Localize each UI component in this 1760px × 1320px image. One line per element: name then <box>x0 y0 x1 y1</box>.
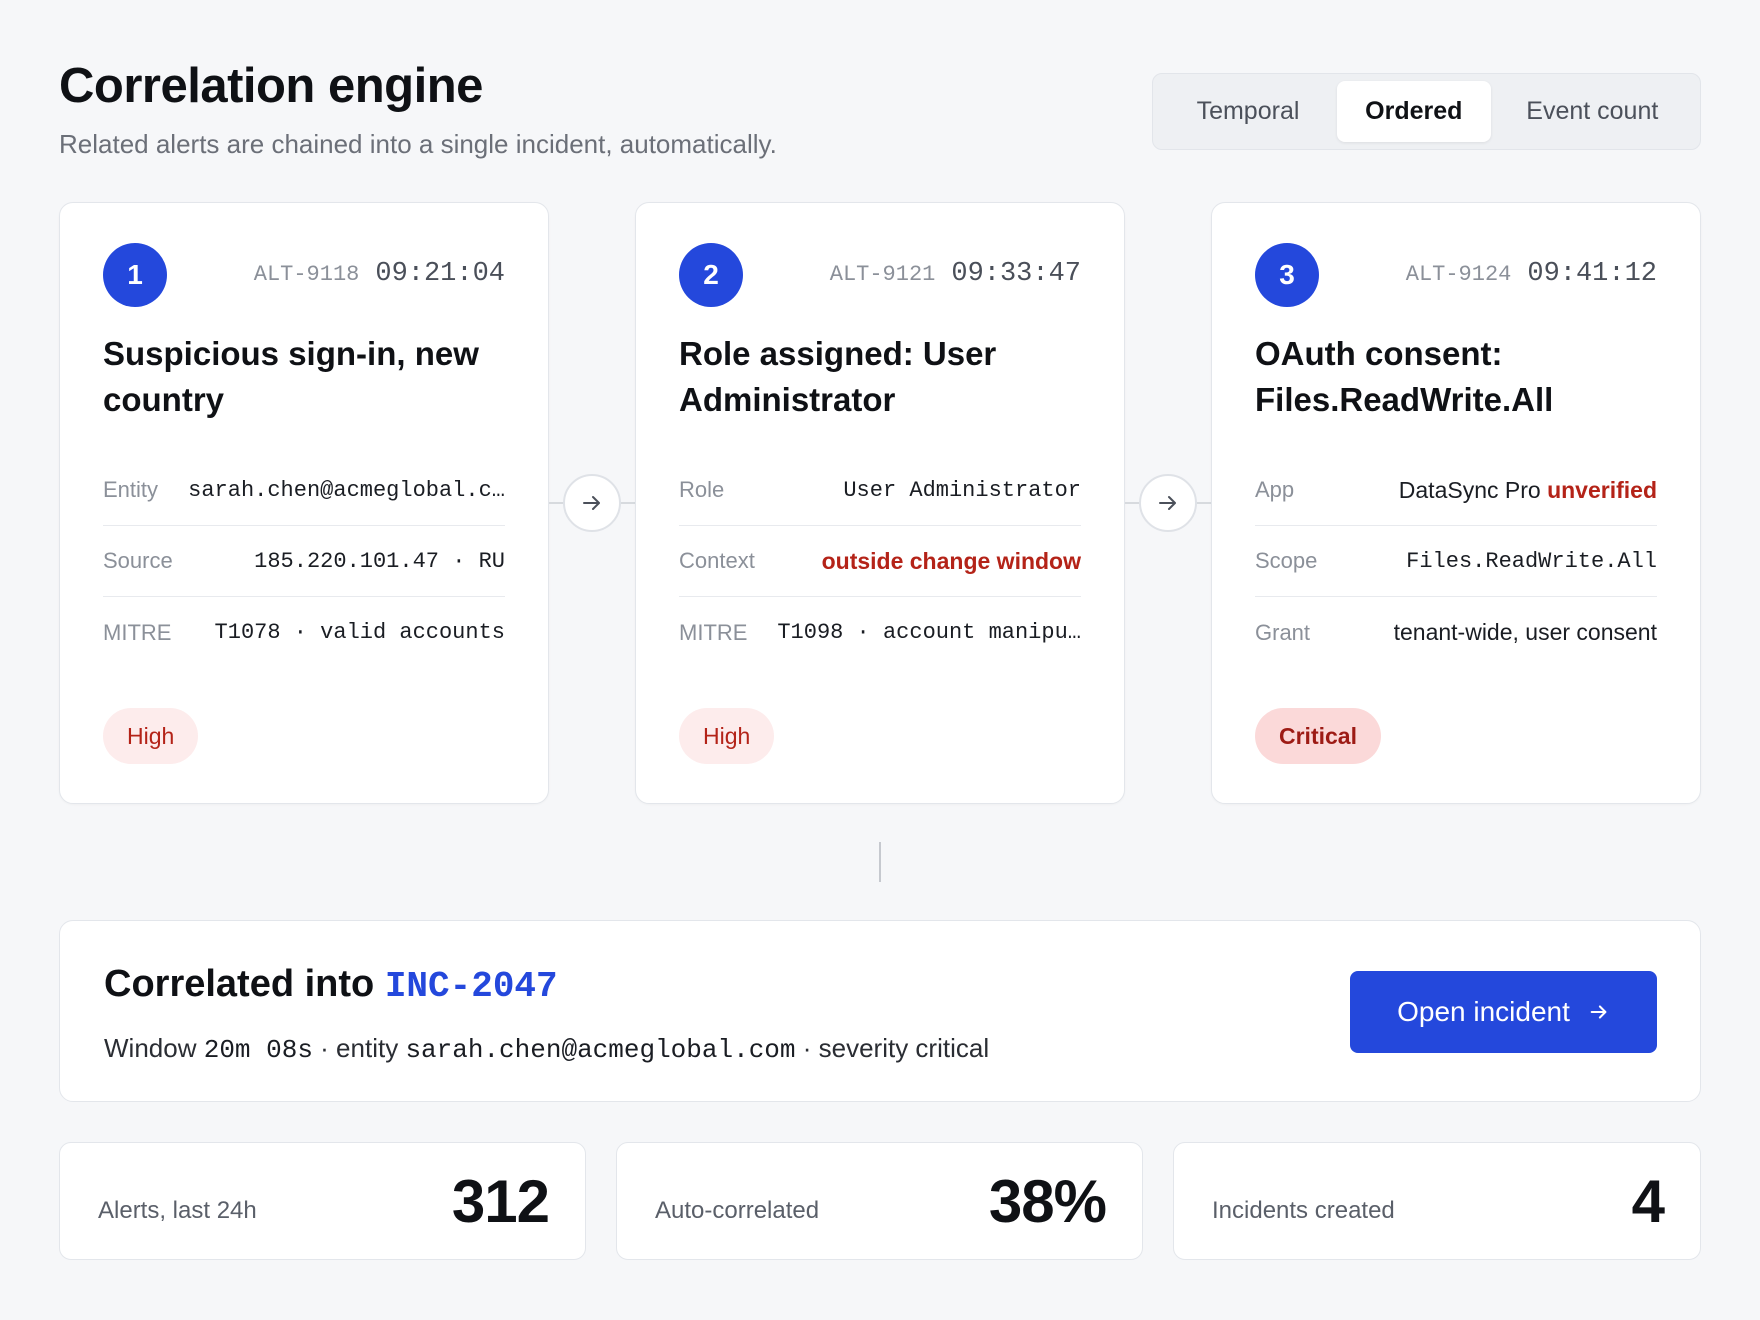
detail-row-entity: Entity sarah.chen@acmeglobal.c… <box>103 455 505 526</box>
stat-value: 38% <box>988 1168 1107 1235</box>
detail-key: App <box>1255 477 1295 502</box>
mode-event-count-tab[interactable]: Event count <box>1491 81 1694 142</box>
alert-details: Role User Administrator Context outside … <box>679 455 1081 668</box>
detail-key: Grant <box>1255 619 1311 645</box>
detail-key: Entity <box>103 477 159 502</box>
open-incident-button[interactable]: Open incident <box>1350 971 1657 1053</box>
alert-title: OAuth consent: Files.ReadWrite.All <box>1255 335 1554 418</box>
detail-value-warning: outside change window <box>821 547 1081 574</box>
alert-id: ALT-9124 <box>1405 262 1512 287</box>
stat-incidents-created: Incidents created 4 <box>1173 1142 1701 1260</box>
app-name: DataSync Pro <box>1398 476 1541 503</box>
step-number-badge: 3 <box>1255 243 1319 307</box>
page-subtitle: Related alerts are chained into a single… <box>59 129 777 159</box>
detail-row-role: Role User Administrator <box>679 455 1081 526</box>
stat-alerts-24h: Alerts, last 24h 312 <box>59 1142 586 1260</box>
incident-id-link[interactable]: INC-2047 <box>385 966 558 1007</box>
incident-prefix: Correlated into <box>104 963 375 1005</box>
detail-row-scope: Scope Files.ReadWrite.All <box>1255 526 1657 597</box>
detail-row-app: App DataSync Pro unverified <box>1255 455 1657 526</box>
stat-label: Auto-correlated <box>655 1197 820 1224</box>
detail-value: User Administrator <box>843 477 1081 503</box>
incident-heading: Correlated into INC-2047 <box>104 963 558 1007</box>
detail-value: tenant-wide, user consent <box>1393 619 1657 645</box>
detail-key: MITRE <box>679 619 748 645</box>
detail-key: Source <box>103 548 173 573</box>
detail-row-source: Source 185.220.101.47 · RU <box>103 526 505 597</box>
alert-title: Role assigned: User Administrator <box>679 335 997 418</box>
mode-temporal-tab[interactable]: Temporal <box>1159 81 1337 142</box>
alert-card-2[interactable]: 2 ALT-9121 09:33:47 Role assigned: User … <box>635 202 1125 804</box>
alert-meta: ALT-9121 09:33:47 <box>830 259 1081 289</box>
entity-label: · entity <box>320 1033 399 1063</box>
mode-ordered-tab[interactable]: Ordered <box>1337 81 1491 142</box>
alert-id: ALT-9118 <box>253 262 360 287</box>
incident-summary-card: Correlated into INC-2047 Window 20m 08s … <box>59 920 1701 1102</box>
detail-value: 185.220.101.47 · RU <box>254 548 505 574</box>
step-number-badge: 2 <box>679 243 743 307</box>
step-number-badge: 1 <box>103 243 167 307</box>
alert-id: ALT-9121 <box>829 262 936 287</box>
alert-meta: ALT-9118 09:21:04 <box>254 259 505 289</box>
detail-key: MITRE <box>103 619 172 645</box>
stat-label: Incidents created <box>1212 1197 1395 1224</box>
window-label: Window <box>104 1033 197 1063</box>
detail-value: DataSync Pro unverified <box>1399 477 1657 504</box>
page-title: Correlation engine <box>59 59 483 113</box>
alert-details: Entity sarah.chen@acmeglobal.c… Source 1… <box>103 455 505 668</box>
entity-value: sarah.chen@acmeglobal.com <box>405 1035 796 1065</box>
severity-text: · severity critical <box>802 1033 990 1063</box>
stat-value: 312 <box>451 1168 550 1235</box>
alert-title: Suspicious sign-in, new country <box>103 335 479 418</box>
alert-details: App DataSync Pro unverified Scope Files.… <box>1255 455 1657 668</box>
detail-key: Scope <box>1255 548 1318 573</box>
detail-key: Context <box>679 548 755 573</box>
stat-value: 4 <box>1631 1168 1665 1235</box>
detail-key: Role <box>679 477 725 502</box>
detail-value: T1078 · valid accounts <box>214 620 505 645</box>
window-value: 20m 08s <box>203 1035 313 1065</box>
detail-row-mitre: MITRE T1098 · account manipu… <box>679 597 1081 668</box>
detail-value: Files.ReadWrite.All <box>1406 548 1657 574</box>
stat-auto-correlated: Auto-correlated 38% <box>616 1142 1143 1260</box>
stat-label: Alerts, last 24h <box>98 1197 257 1224</box>
open-incident-label: Open incident <box>1397 996 1570 1027</box>
chain-to-incident-connector <box>879 842 881 882</box>
detail-value: T1098 · account manipu… <box>777 620 1081 645</box>
detail-row-mitre: MITRE T1078 · valid accounts <box>103 597 505 668</box>
correlation-mode-switcher: Temporal Ordered Event count <box>1152 73 1701 150</box>
arrow-right-icon <box>1590 1005 1607 1019</box>
chain-arrow-icon <box>563 474 621 532</box>
incident-description: Window 20m 08s · entity sarah.chen@acmeg… <box>104 1033 989 1065</box>
alert-card-3[interactable]: 3 ALT-9124 09:41:12 OAuth consent: Files… <box>1211 202 1701 804</box>
detail-value: sarah.chen@acmeglobal.c… <box>188 477 505 503</box>
alert-card-1[interactable]: 1 ALT-9118 09:21:04 Suspicious sign-in, … <box>59 202 549 804</box>
chain-arrow-icon <box>1139 474 1197 532</box>
detail-row-context: Context outside change window <box>679 526 1081 597</box>
alert-time: 09:21:04 <box>375 259 505 289</box>
detail-row-grant: Grant tenant-wide, user consent <box>1255 597 1657 668</box>
severity-badge: Critical <box>1255 708 1381 764</box>
unverified-flag: unverified <box>1547 476 1657 503</box>
alert-time: 09:33:47 <box>951 259 1081 289</box>
alert-meta: ALT-9124 09:41:12 <box>1406 259 1657 289</box>
severity-badge: High <box>679 708 775 764</box>
severity-badge: High <box>103 708 199 764</box>
alert-time: 09:41:12 <box>1527 259 1657 289</box>
